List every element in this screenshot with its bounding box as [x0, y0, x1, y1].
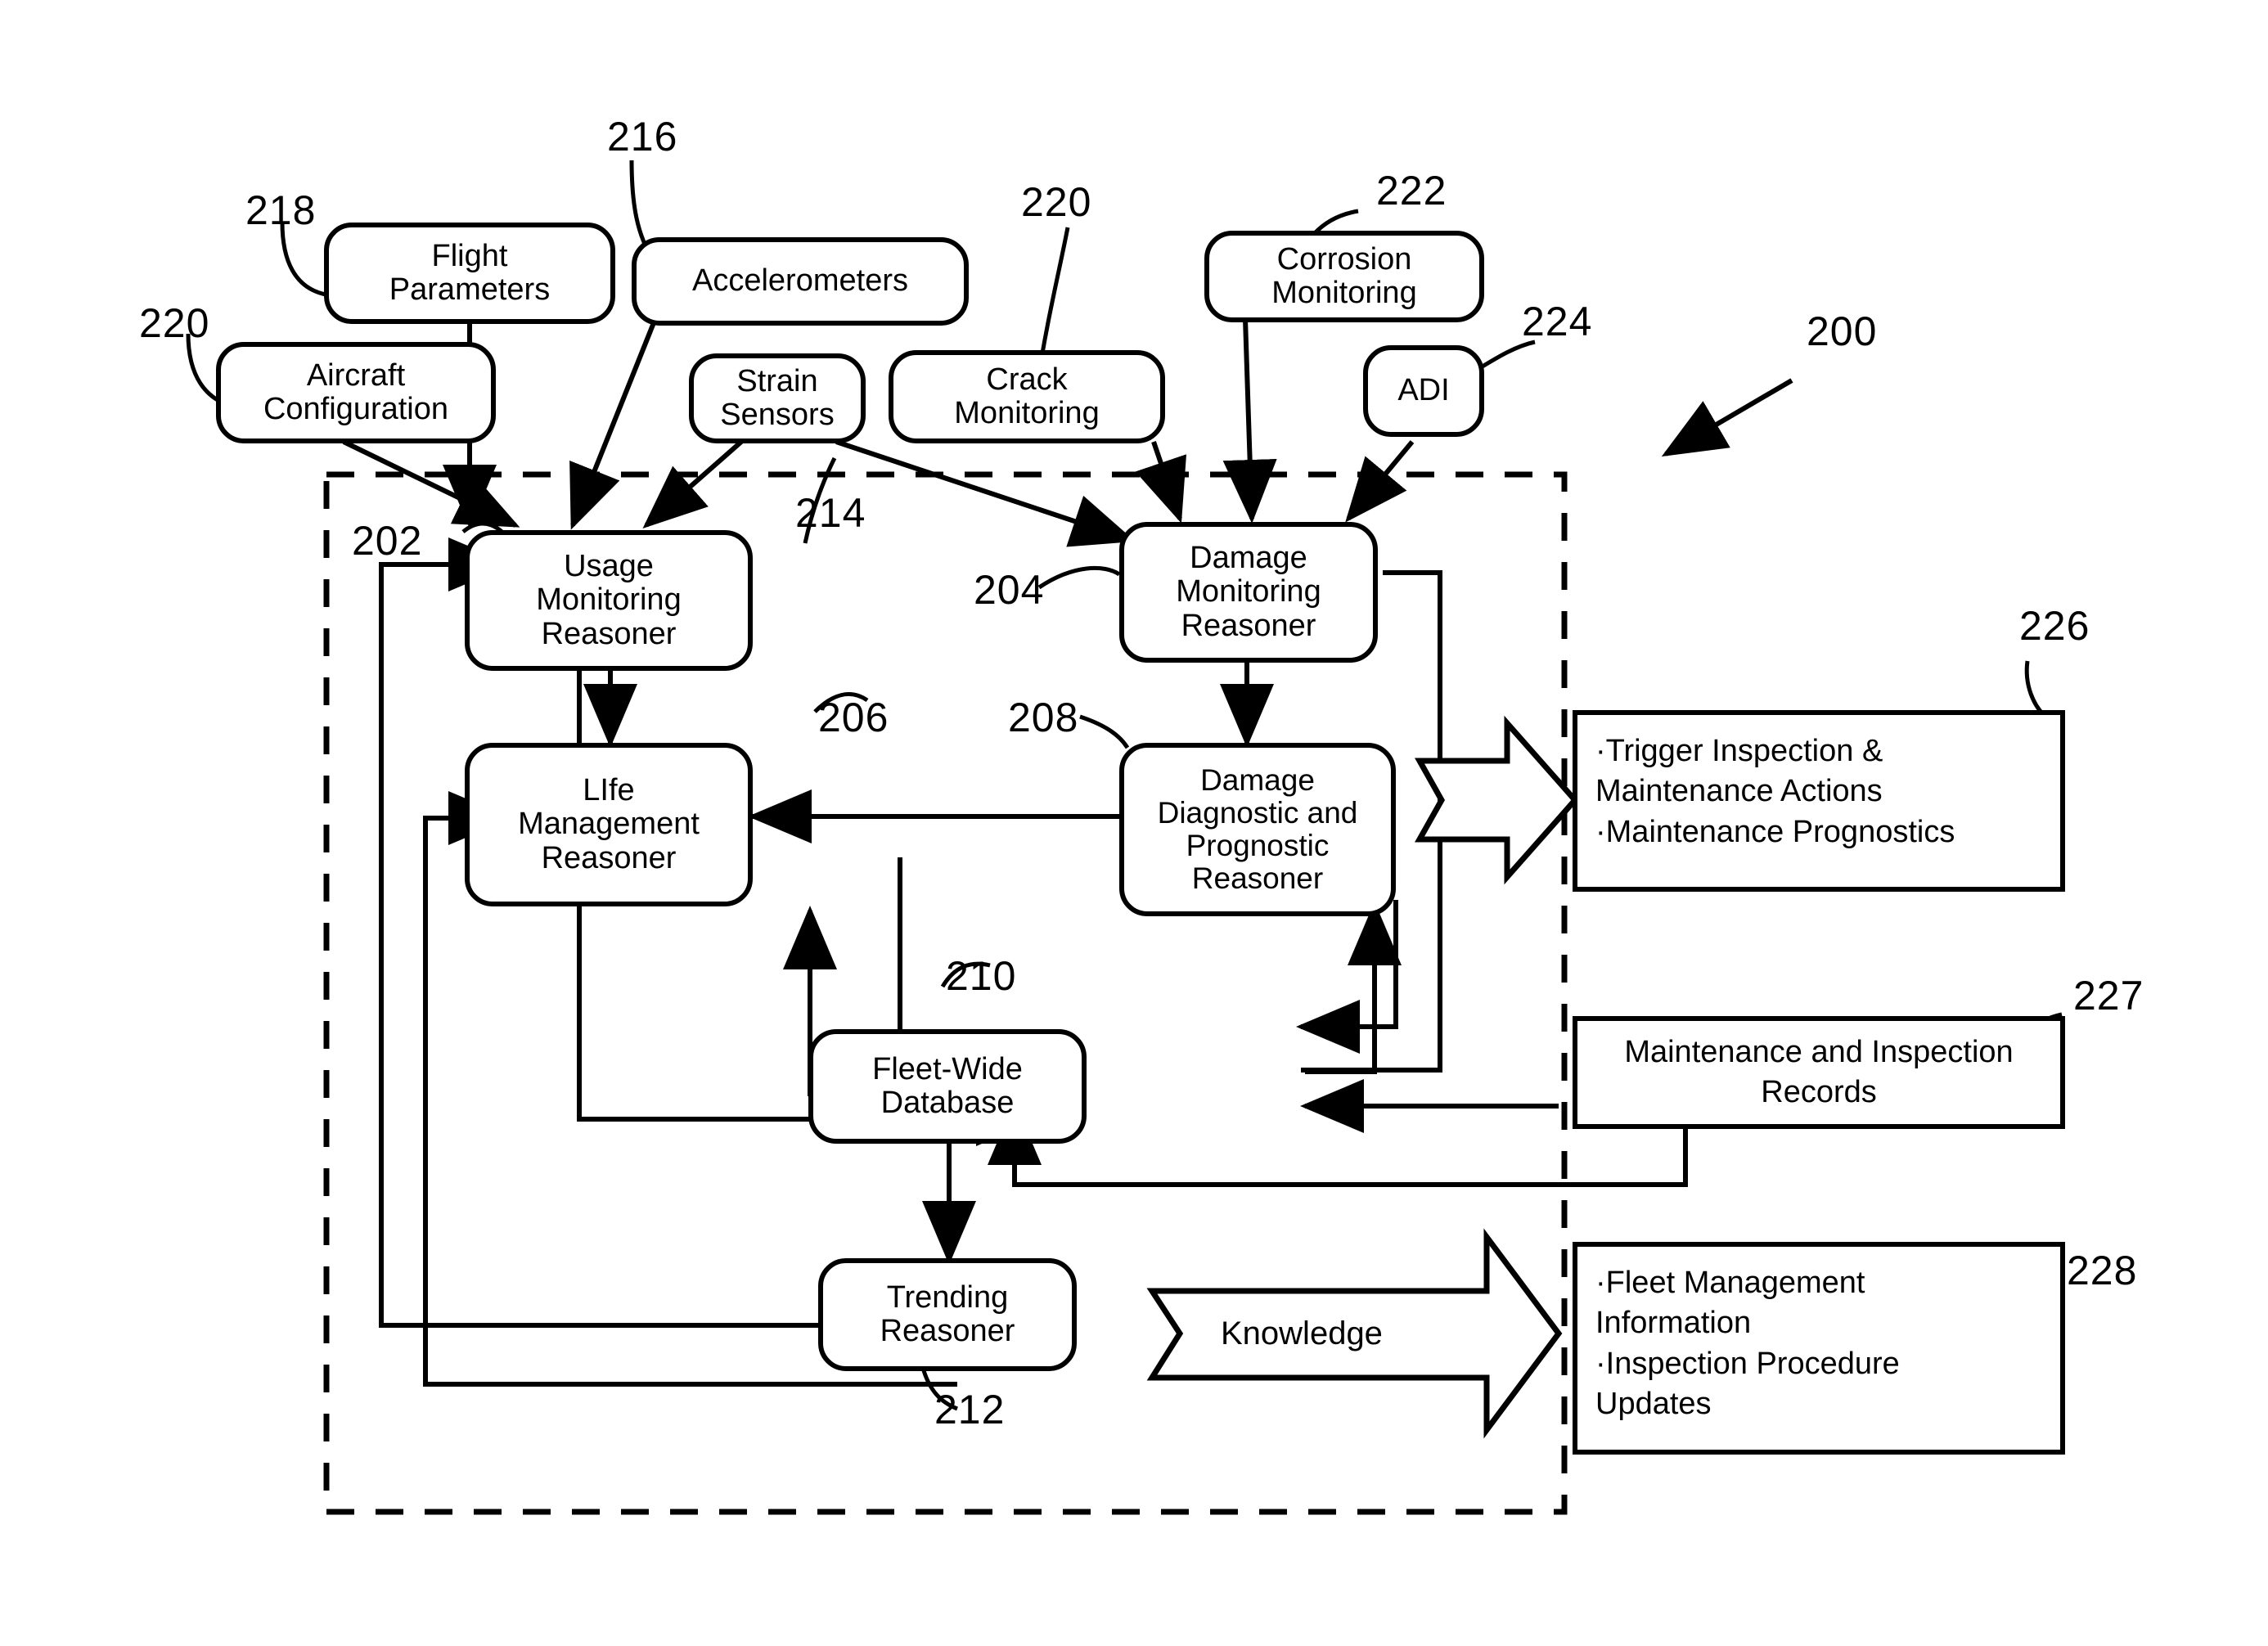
- ref-200: 200: [1807, 311, 1877, 352]
- ref-212: 212: [934, 1389, 1005, 1430]
- ref-202-text: 202: [352, 518, 423, 564]
- ref-222: 222: [1376, 170, 1447, 211]
- node-corrosion-monitoring-label: Corrosion Monitoring: [1271, 241, 1417, 310]
- ref-228: 228: [2067, 1250, 2137, 1291]
- node-strain-sensors[interactable]: Strain Sensors: [689, 353, 866, 443]
- box-maintenance-actions[interactable]: ·Trigger Inspection & Maintenance Action…: [1573, 710, 2065, 892]
- node-damage-diagnostic-prognostic-reasoner[interactable]: Damage Diagnostic and Prognostic Reasone…: [1119, 743, 1396, 916]
- ref-227-text: 227: [2073, 973, 2144, 1019]
- node-life-management-reasoner-label: LIfe Management Reasoner: [518, 773, 700, 875]
- ref-226: 226: [2019, 605, 2090, 646]
- figure-canvas: Flight Parameters Aircraft Configuration…: [0, 0, 2268, 1646]
- ref-228-text: 228: [2067, 1248, 2138, 1293]
- rail-trending-to-usage: [379, 537, 957, 1328]
- box-fleet-management[interactable]: ·Fleet Management Information ·Inspectio…: [1573, 1242, 2065, 1455]
- node-trending-reasoner[interactable]: Trending Reasoner: [818, 1258, 1077, 1371]
- node-fleet-wide-database[interactable]: Fleet-Wide Database: [808, 1029, 1087, 1144]
- ref-220-crack-text: 220: [1021, 179, 1092, 225]
- node-aircraft-configuration-label: Aircraft Configuration: [263, 358, 449, 426]
- arrow-accelerometers-to-usage: [569, 319, 657, 530]
- knowledge-flow-text: Knowledge: [1221, 1315, 1383, 1351]
- ref-216-text: 216: [607, 114, 678, 160]
- node-damage-monitoring-reasoner-label: Damage Monitoring Reasoner: [1176, 541, 1321, 643]
- ref-224: 224: [1522, 301, 1592, 342]
- node-corrosion-monitoring[interactable]: Corrosion Monitoring: [1204, 231, 1484, 322]
- ref-220-aircraft: 220: [139, 303, 209, 344]
- node-aircraft-configuration[interactable]: Aircraft Configuration: [216, 342, 496, 443]
- ref-208-text: 208: [1008, 695, 1079, 740]
- box-fleet-management-text: ·Fleet Management Information ·Inspectio…: [1595, 1266, 1900, 1422]
- ref-216: 216: [607, 116, 677, 157]
- node-flight-parameters[interactable]: Flight Parameters: [324, 223, 615, 324]
- box-maintenance-records-text: Maintenance and Inspection Records: [1624, 1034, 2014, 1109]
- arrow-fleetdb-to-damagediag: [1305, 902, 1402, 1074]
- ref-212-text: 212: [934, 1387, 1006, 1432]
- node-damage-diagnostic-prognostic-reasoner-label: Damage Diagnostic and Prognostic Reasone…: [1157, 763, 1358, 895]
- node-strain-sensors-label: Strain Sensors: [720, 363, 835, 432]
- arrow-strain-sensors-to-damage: [835, 439, 1136, 547]
- arrow-damagediag-to-fleetdb: [1296, 900, 1398, 1054]
- ref-204: 204: [974, 569, 1044, 610]
- ref-208: 208: [1008, 697, 1078, 738]
- node-fleet-wide-database-label: Fleet-Wide Database: [872, 1051, 1023, 1120]
- arrow-aircraft-config-to-usage: [342, 439, 520, 528]
- node-flight-parameters-label: Flight Parameters: [389, 238, 551, 307]
- ref-222-text: 222: [1376, 168, 1447, 214]
- ref-224-text: 224: [1522, 299, 1593, 344]
- arrow-corrosion-monitoring-to-damage: [1222, 318, 1277, 524]
- block-arrow-to-maintenance-actions: [1415, 715, 1579, 885]
- node-usage-monitoring-reasoner[interactable]: Usage Monitoring Reasoner: [465, 530, 753, 671]
- arrow-crack-monitoring-to-damage: [1135, 441, 1187, 524]
- node-accelerometers[interactable]: Accelerometers: [632, 237, 969, 326]
- knowledge-flow-label: Knowledge: [1221, 1315, 1383, 1352]
- box-maintenance-actions-text: ·Trigger Inspection & Maintenance Action…: [1595, 734, 1955, 849]
- ref-220-aircraft-text: 220: [139, 300, 210, 346]
- ref-218: 218: [245, 190, 316, 231]
- ref-227: 227: [2073, 975, 2144, 1016]
- node-accelerometers-label: Accelerometers: [692, 263, 908, 299]
- system-ref-arrow: [1661, 378, 1793, 457]
- node-adi-label: ADI: [1397, 373, 1450, 408]
- ref-202: 202: [352, 520, 422, 561]
- leader-208: [1079, 714, 1130, 749]
- arrow-strain-sensors-to-usage: [642, 439, 743, 528]
- node-trending-reasoner-label: Trending Reasoner: [880, 1279, 1015, 1348]
- arrow-adi-to-damage: [1345, 440, 1415, 523]
- leader-226: [2024, 660, 2045, 717]
- leader-204: [1037, 565, 1121, 590]
- box-maintenance-records[interactable]: Maintenance and Inspection Records: [1573, 1016, 2065, 1129]
- ref-214: 214: [795, 492, 866, 533]
- ref-220-crack: 220: [1021, 182, 1091, 223]
- ref-210-text: 210: [946, 953, 1017, 999]
- ref-204-text: 204: [974, 567, 1045, 613]
- node-life-management-reasoner[interactable]: LIfe Management Reasoner: [465, 743, 753, 906]
- ref-206: 206: [818, 697, 889, 738]
- ref-218-text: 218: [245, 187, 317, 233]
- node-adi[interactable]: ADI: [1363, 345, 1484, 437]
- ref-226-text: 226: [2019, 603, 2090, 649]
- node-crack-monitoring[interactable]: Crack Monitoring: [889, 350, 1165, 443]
- ref-210: 210: [946, 956, 1016, 996]
- ref-200-text: 200: [1807, 308, 1878, 354]
- node-usage-monitoring-reasoner-label: Usage Monitoring Reasoner: [536, 549, 682, 651]
- ref-206-text: 206: [818, 695, 889, 740]
- leader-218: [280, 222, 326, 297]
- node-crack-monitoring-label: Crack Monitoring: [954, 362, 1100, 430]
- node-damage-monitoring-reasoner[interactable]: Damage Monitoring Reasoner: [1119, 522, 1378, 663]
- ref-214-text: 214: [795, 490, 866, 536]
